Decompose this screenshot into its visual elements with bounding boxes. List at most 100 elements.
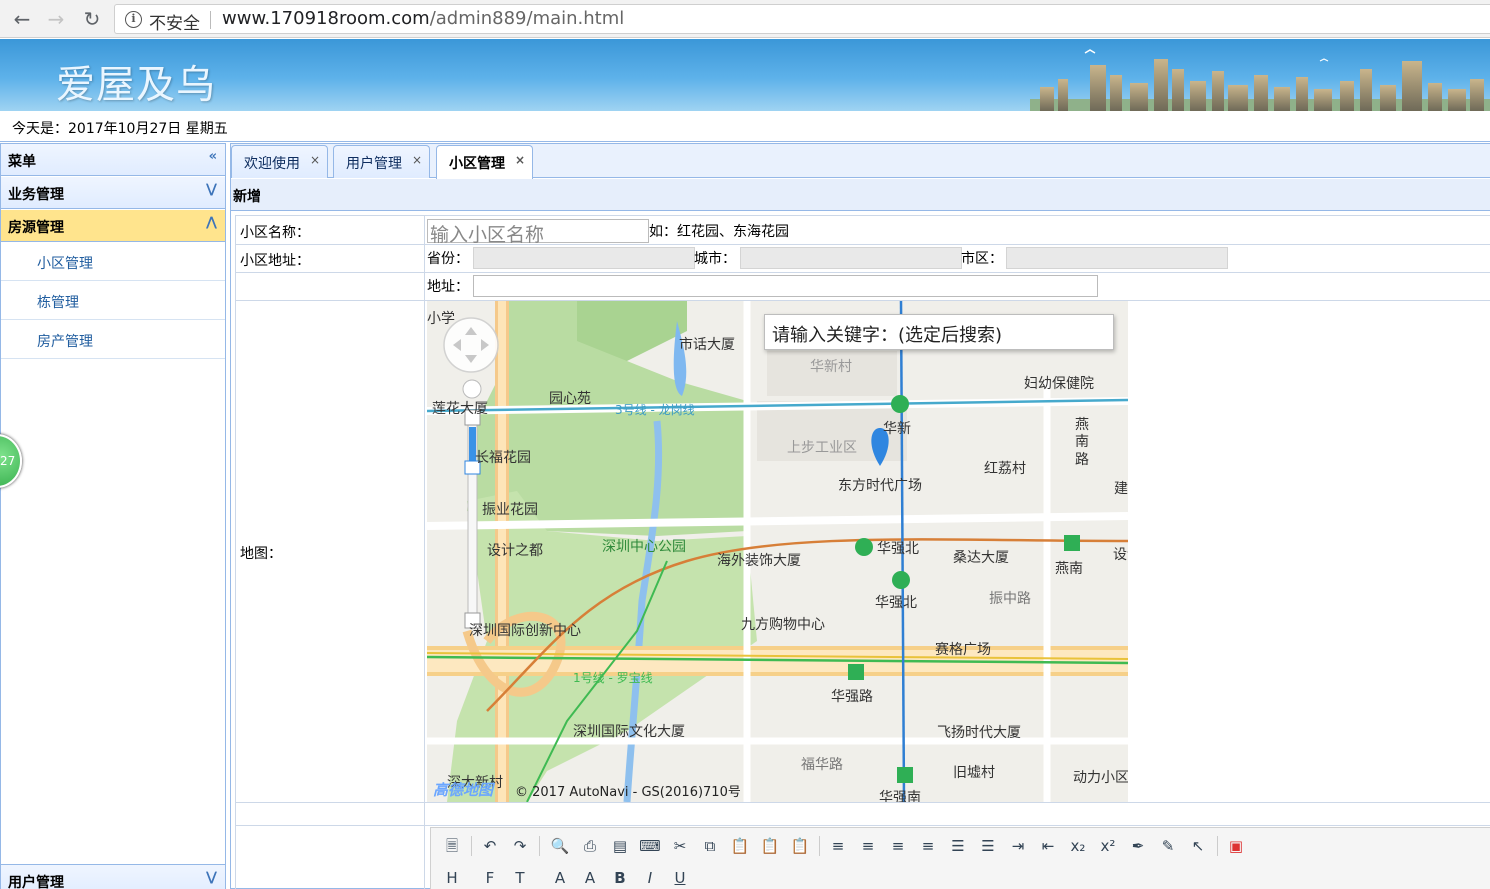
tab-community-management[interactable]: 小区管理 ×: [436, 145, 533, 179]
svg-text:华强北: 华强北: [875, 595, 917, 611]
toolbar-separator: [819, 836, 820, 856]
city-label: 城市：: [694, 251, 736, 267]
forward-arrow-icon[interactable]: →: [44, 7, 68, 31]
underline-icon[interactable]: U: [669, 868, 691, 888]
print-icon[interactable]: ⎙: [579, 836, 601, 856]
close-icon[interactable]: ×: [412, 153, 422, 167]
redo-icon[interactable]: ↷: [509, 836, 531, 856]
font-color-icon[interactable]: A: [549, 868, 571, 888]
browser-toolbar: ← → ↻ i 不安全 www.170918room.com/admin889/…: [0, 0, 1490, 38]
double-chevron-down-icon[interactable]: ⋁: [206, 870, 217, 885]
align-justify-icon[interactable]: ≡: [917, 836, 939, 856]
sidebar-group-housing[interactable]: 房源管理 ⋀: [1, 210, 225, 242]
double-chevron-down-icon[interactable]: ⋁: [206, 182, 217, 197]
security-status[interactable]: 不安全: [149, 9, 200, 34]
clear-format-icon[interactable]: ✒: [1127, 836, 1149, 856]
paste-icon[interactable]: 📋: [729, 836, 751, 856]
map-view[interactable]: 小学 市话大厦 华新村 妇幼保健院 园心苑 莲花大厦 3号线 - 龙岗线 华新 …: [427, 301, 1128, 802]
map-copyright: © 2017 AutoNavi - GS(2016)710号: [515, 785, 741, 800]
italic-icon[interactable]: I: [639, 868, 661, 888]
today-date: 今天是：2017年10月27日 星期五: [12, 121, 228, 137]
svg-text:海外装饰大厦: 海外装饰大厦: [717, 553, 801, 569]
tab-label: 欢迎使用: [244, 156, 300, 172]
svg-text:3号线 - 龙岗线: 3号线 - 龙岗线: [615, 403, 695, 417]
omnibox-divider: [210, 11, 211, 29]
svg-text:燕南: 燕南: [1055, 561, 1083, 577]
svg-text:燕: 燕: [1075, 417, 1089, 433]
close-icon[interactable]: ×: [310, 153, 320, 167]
copy-icon[interactable]: ⧉: [699, 836, 721, 856]
ordered-list-icon[interactable]: ☰: [947, 836, 969, 856]
svg-text:九方购物中心: 九方购物中心: [741, 617, 825, 633]
sidebar-group-label: 房源管理: [8, 220, 64, 236]
paste-plain-icon[interactable]: 📋: [759, 836, 781, 856]
form-divider: [236, 825, 1490, 826]
city-select[interactable]: [740, 247, 962, 269]
bold-icon[interactable]: B: [609, 868, 631, 888]
site-title: 爱屋及乌: [56, 63, 217, 108]
tab-label: 用户管理: [346, 156, 402, 172]
fullscreen-icon[interactable]: ▣: [1225, 836, 1247, 856]
indent-icon[interactable]: ⇥: [1007, 836, 1029, 856]
sidebar-group-business[interactable]: 业务管理 ⋁: [1, 177, 225, 209]
svg-text:妇幼保健院: 妇幼保健院: [1024, 375, 1094, 392]
map-search-input[interactable]: 请输入关键字：(选定后搜索): [764, 314, 1114, 350]
form-divider: [236, 802, 1490, 803]
unordered-list-icon[interactable]: ☰: [977, 836, 999, 856]
address-input[interactable]: [473, 275, 1098, 297]
province-select[interactable]: [473, 247, 695, 269]
select-all-icon[interactable]: ✎: [1157, 836, 1179, 856]
cursor-icon[interactable]: ↖: [1187, 836, 1209, 856]
svg-text:1号线 - 罗宝线: 1号线 - 罗宝线: [573, 671, 653, 685]
toolbar-separator: [539, 836, 540, 856]
back-arrow-icon[interactable]: ←: [10, 7, 34, 31]
sidebar-header: 菜单 «: [1, 144, 225, 176]
community-address-label: 小区地址：: [240, 253, 310, 269]
template-icon[interactable]: ▤: [609, 836, 631, 856]
paste-word-icon[interactable]: 📋: [789, 836, 811, 856]
font-size-icon[interactable]: T: [509, 868, 531, 888]
tab-welcome[interactable]: 欢迎使用 ×: [231, 145, 328, 178]
svg-text:设计: 设计: [1113, 547, 1128, 563]
sidebar-item-property[interactable]: 房产管理: [1, 321, 225, 359]
province-label: 省份：: [427, 251, 469, 267]
code-icon[interactable]: ⌨: [639, 836, 661, 856]
url-text[interactable]: www.170918room.com/admin889/main.html: [222, 8, 624, 29]
sidebar-item-building[interactable]: 栋管理: [1, 282, 225, 320]
form-divider: [424, 216, 425, 889]
subscript-icon[interactable]: x₂: [1067, 836, 1089, 856]
community-name-hint: 如：红花园、东海花园: [649, 224, 789, 240]
svg-text:设计之都: 设计之都: [487, 543, 543, 559]
source-icon[interactable]: 🗏: [441, 836, 463, 856]
font-family-icon[interactable]: F: [479, 868, 501, 888]
map-canvas[interactable]: 小学 市话大厦 华新村 妇幼保健院 园心苑 莲花大厦 3号线 - 龙岗线 华新 …: [427, 301, 1128, 802]
align-center-icon[interactable]: ≡: [857, 836, 879, 856]
svg-text:市话大厦: 市话大厦: [679, 336, 735, 353]
double-chevron-up-icon[interactable]: ⋀: [206, 215, 217, 230]
panel-title: 新增: [231, 179, 1490, 211]
form-divider: [236, 272, 1490, 273]
close-icon[interactable]: ×: [515, 153, 525, 167]
undo-icon[interactable]: ↶: [479, 836, 501, 856]
svg-text:莲花大厦: 莲花大厦: [432, 401, 488, 417]
district-select[interactable]: [1006, 247, 1228, 269]
align-left-icon[interactable]: ≡: [827, 836, 849, 856]
sidebar-item-community[interactable]: 小区管理: [1, 243, 225, 281]
community-name-input[interactable]: 输入小区名称: [427, 219, 649, 246]
double-chevron-left-icon[interactable]: «: [209, 149, 217, 164]
cut-icon[interactable]: ✂: [669, 836, 691, 856]
highlight-icon[interactable]: A: [579, 868, 601, 888]
date-bar: 今天是：2017年10月27日 星期五: [0, 111, 1490, 142]
preview-icon[interactable]: 🔍: [549, 836, 571, 856]
sidebar-group-users[interactable]: 用户管理 ⋁: [1, 864, 225, 889]
svg-text:振业花园: 振业花园: [482, 502, 538, 518]
heading-icon[interactable]: H: [441, 868, 463, 888]
info-icon[interactable]: i: [125, 11, 142, 28]
superscript-icon[interactable]: x²: [1097, 836, 1119, 856]
main-panel: 欢迎使用 × 用户管理 × 小区管理 × 新增 小区名称： 输入小区名称 如：红…: [230, 143, 1490, 889]
address-bar[interactable]: i 不安全 www.170918room.com/admin889/main.h…: [114, 4, 1490, 34]
tab-user-management[interactable]: 用户管理 ×: [333, 145, 430, 178]
outdent-icon[interactable]: ⇤: [1037, 836, 1059, 856]
align-right-icon[interactable]: ≡: [887, 836, 909, 856]
reload-icon[interactable]: ↻: [80, 7, 104, 31]
